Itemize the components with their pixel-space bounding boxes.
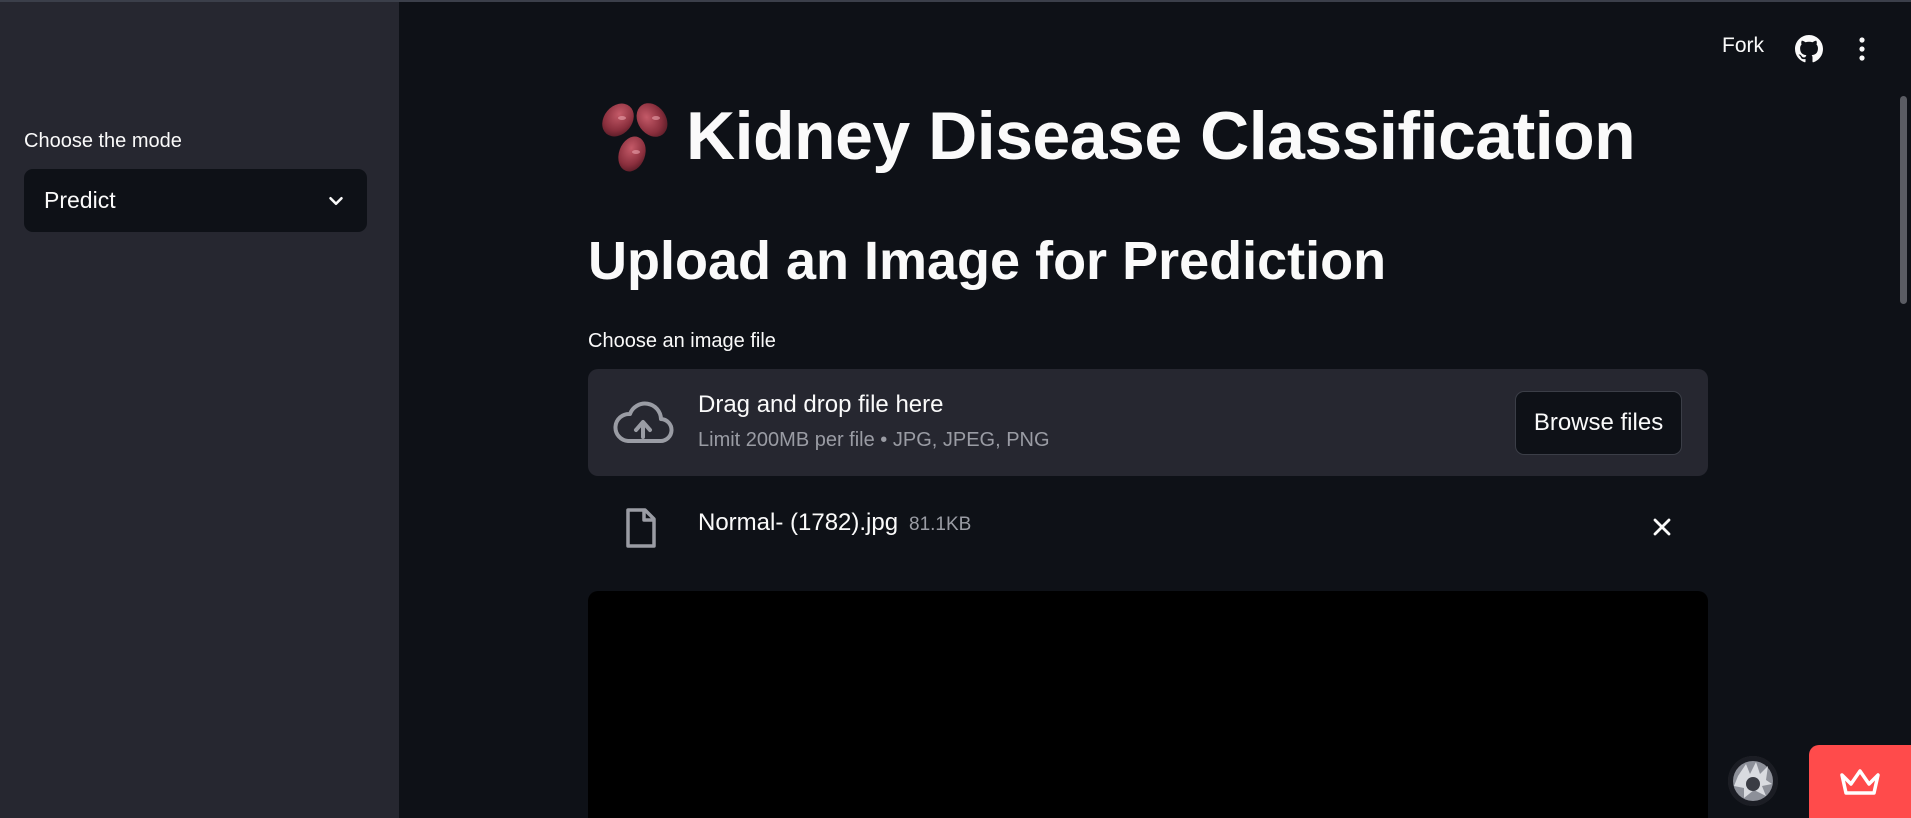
scrollbar[interactable] xyxy=(1900,96,1907,304)
mode-select-value: Predict xyxy=(44,187,116,213)
dropzone-instructions: Limit 200MB per file • JPG, JPEG, PNG xyxy=(698,429,1050,451)
file-icon xyxy=(626,508,656,548)
cloud-upload-icon xyxy=(613,401,674,443)
close-icon[interactable] xyxy=(1652,517,1672,537)
avatar-image xyxy=(1728,756,1778,806)
crown-icon xyxy=(1840,768,1880,795)
github-icon[interactable] xyxy=(1795,35,1823,63)
fork-button[interactable]: Fork xyxy=(1722,34,1764,58)
uploaded-file-size: 81.1KB xyxy=(909,514,972,535)
mode-label: Choose the mode xyxy=(24,130,182,152)
mode-select[interactable]: Predict xyxy=(24,169,367,232)
uploaded-file-name: Normal- (1782).jpg xyxy=(698,509,899,536)
dropzone-title: Drag and drop file here xyxy=(698,391,944,418)
sidebar: Choose the mode Predict xyxy=(0,2,399,818)
file-dropzone[interactable]: Drag and drop file here Limit 200MB per … xyxy=(588,369,1708,476)
page-title: Kidney Disease Classification xyxy=(686,98,1636,174)
avatar[interactable] xyxy=(1728,756,1778,806)
vertical-ellipsis-icon[interactable] xyxy=(1852,36,1872,62)
browse-files-button[interactable]: Browse files xyxy=(1515,391,1682,455)
section-heading: Upload an Image for Prediction xyxy=(588,231,1387,291)
uploaded-image-preview xyxy=(588,591,1708,818)
kidney-icon xyxy=(602,103,668,172)
file-uploader-label: Choose an image file xyxy=(588,330,776,352)
manage-app-button[interactable] xyxy=(1809,745,1911,818)
page-title-row: Kidney Disease Classification xyxy=(600,96,1636,176)
chevron-down-icon xyxy=(329,196,343,205)
uploaded-file-item: Normal- (1782).jpg 81.1KB xyxy=(588,495,1708,560)
